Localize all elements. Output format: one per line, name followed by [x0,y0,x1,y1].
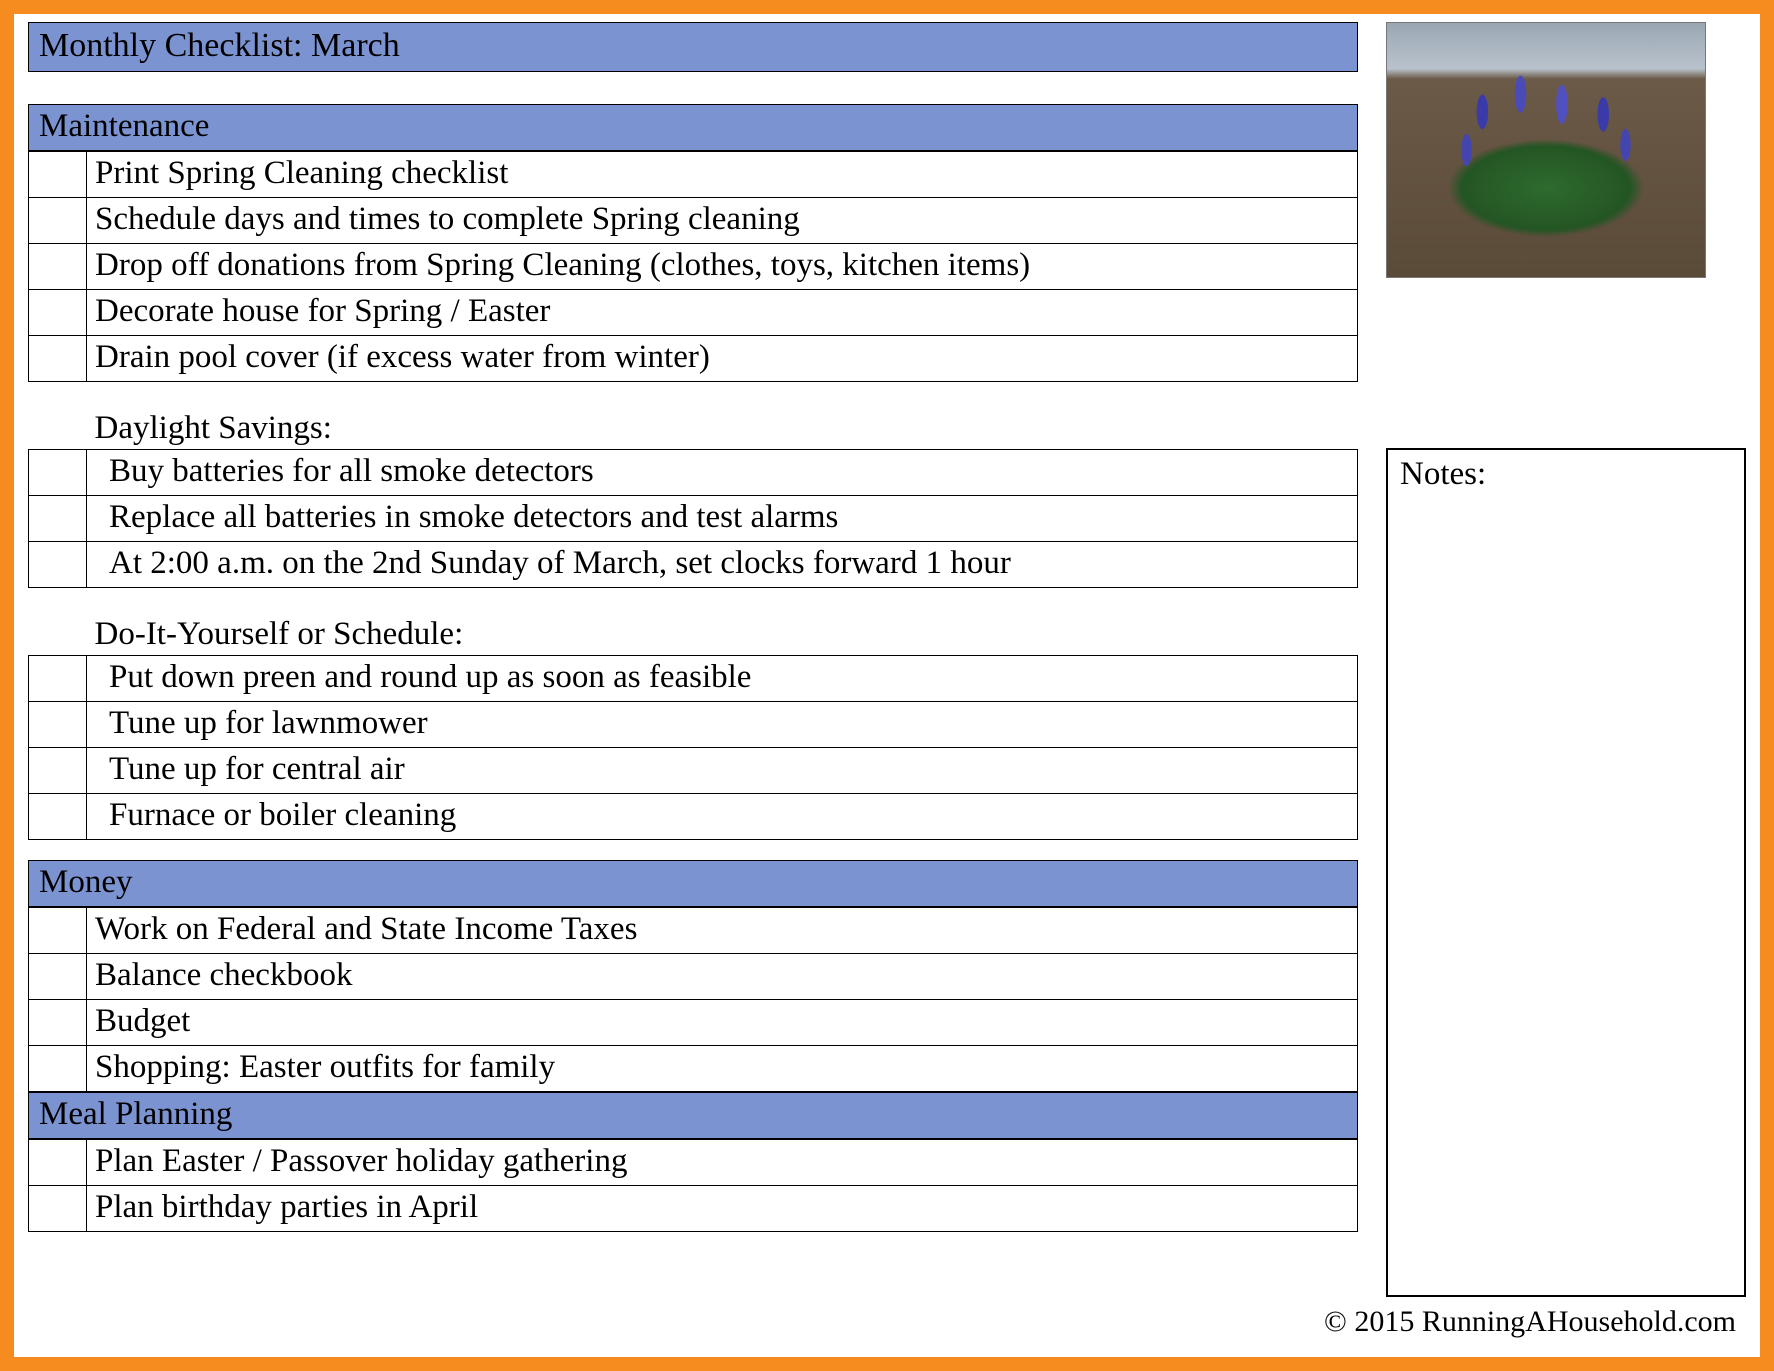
table-row: Tune up for central air [29,748,1358,794]
checkbox-cell[interactable] [29,542,87,588]
money-table: Work on Federal and State Income Taxes B… [28,907,1358,1092]
page-frame: Monthly Checklist: March Maintenance Pri… [0,0,1774,1371]
notes-box[interactable]: Notes: [1386,448,1746,1297]
section-header-meal: Meal Planning [28,1092,1358,1139]
section-header-maintenance: Maintenance [28,104,1358,151]
table-row: Shopping: Easter outfits for family [29,1046,1358,1092]
sub-label: Do-It-Yourself or Schedule: [87,588,1358,656]
table-row: Print Spring Cleaning checklist [29,152,1358,198]
item-text: Balance checkbook [87,954,1358,1000]
checkbox-cell[interactable] [29,496,87,542]
table-row: Decorate house for Spring / Easter [29,290,1358,336]
checkbox-cell[interactable] [29,450,87,496]
item-text: At 2:00 a.m. on the 2nd Sunday of March,… [87,542,1358,588]
table-row: Tune up for lawnmower [29,702,1358,748]
table-row: Buy batteries for all smoke detectors [29,450,1358,496]
checkbox-cell[interactable] [29,1046,87,1092]
sub-label-row: Daylight Savings: [29,382,1358,450]
table-row: Replace all batteries in smoke detectors… [29,496,1358,542]
main-column: Monthly Checklist: March Maintenance Pri… [28,22,1358,1343]
table-row: Put down preen and round up as soon as f… [29,656,1358,702]
item-text: Buy batteries for all smoke detectors [87,450,1358,496]
checkbox-cell[interactable] [29,336,87,382]
table-row: Furnace or boiler cleaning [29,794,1358,840]
item-text: Tune up for central air [87,748,1358,794]
item-text: Shopping: Easter outfits for family [87,1046,1358,1092]
table-row: Plan Easter / Passover holiday gathering [29,1140,1358,1186]
item-text: Tune up for lawnmower [87,702,1358,748]
checkbox-cell[interactable] [29,954,87,1000]
checkbox-cell[interactable] [29,908,87,954]
checkbox-cell[interactable] [29,656,87,702]
meal-table: Plan Easter / Passover holiday gathering… [28,1139,1358,1232]
checkbox-cell[interactable] [29,1000,87,1046]
item-text: Decorate house for Spring / Easter [87,290,1358,336]
content-wrapper: Monthly Checklist: March Maintenance Pri… [28,22,1746,1343]
item-text: Print Spring Cleaning checklist [87,152,1358,198]
item-text: Plan Easter / Passover holiday gathering [87,1140,1358,1186]
item-text: Budget [87,1000,1358,1046]
checkbox-cell[interactable] [29,794,87,840]
table-row: Balance checkbook [29,954,1358,1000]
item-text: Replace all batteries in smoke detectors… [87,496,1358,542]
copyright-text: © 2015 RunningAHousehold.com [1324,1305,1736,1339]
table-row: Budget [29,1000,1358,1046]
sub-label-row: Do-It-Yourself or Schedule: [29,588,1358,656]
checkbox-cell[interactable] [29,702,87,748]
checkbox-cell[interactable] [29,748,87,794]
checkbox-cell[interactable] [29,290,87,336]
item-text: Work on Federal and State Income Taxes [87,908,1358,954]
flower-image [1386,22,1706,278]
table-row: Work on Federal and State Income Taxes [29,908,1358,954]
sub-label: Daylight Savings: [87,382,1358,450]
checkbox-cell[interactable] [29,244,87,290]
section-header-money: Money [28,860,1358,907]
maintenance-table: Print Spring Cleaning checklist Schedule… [28,151,1358,840]
item-text: Put down preen and round up as soon as f… [87,656,1358,702]
item-text: Schedule days and times to complete Spri… [87,198,1358,244]
table-row: Drain pool cover (if excess water from w… [29,336,1358,382]
table-row: Plan birthday parties in April [29,1186,1358,1232]
table-row: Drop off donations from Spring Cleaning … [29,244,1358,290]
side-column: Notes: [1386,22,1746,1343]
item-text: Furnace or boiler cleaning [87,794,1358,840]
item-text: Drop off donations from Spring Cleaning … [87,244,1358,290]
table-row: At 2:00 a.m. on the 2nd Sunday of March,… [29,542,1358,588]
table-row: Schedule days and times to complete Spri… [29,198,1358,244]
item-text: Drain pool cover (if excess water from w… [87,336,1358,382]
item-text: Plan birthday parties in April [87,1186,1358,1232]
checkbox-cell[interactable] [29,152,87,198]
checkbox-cell[interactable] [29,1140,87,1186]
page-title: Monthly Checklist: March [28,22,1358,72]
checkbox-cell[interactable] [29,1186,87,1232]
checkbox-cell[interactable] [29,198,87,244]
